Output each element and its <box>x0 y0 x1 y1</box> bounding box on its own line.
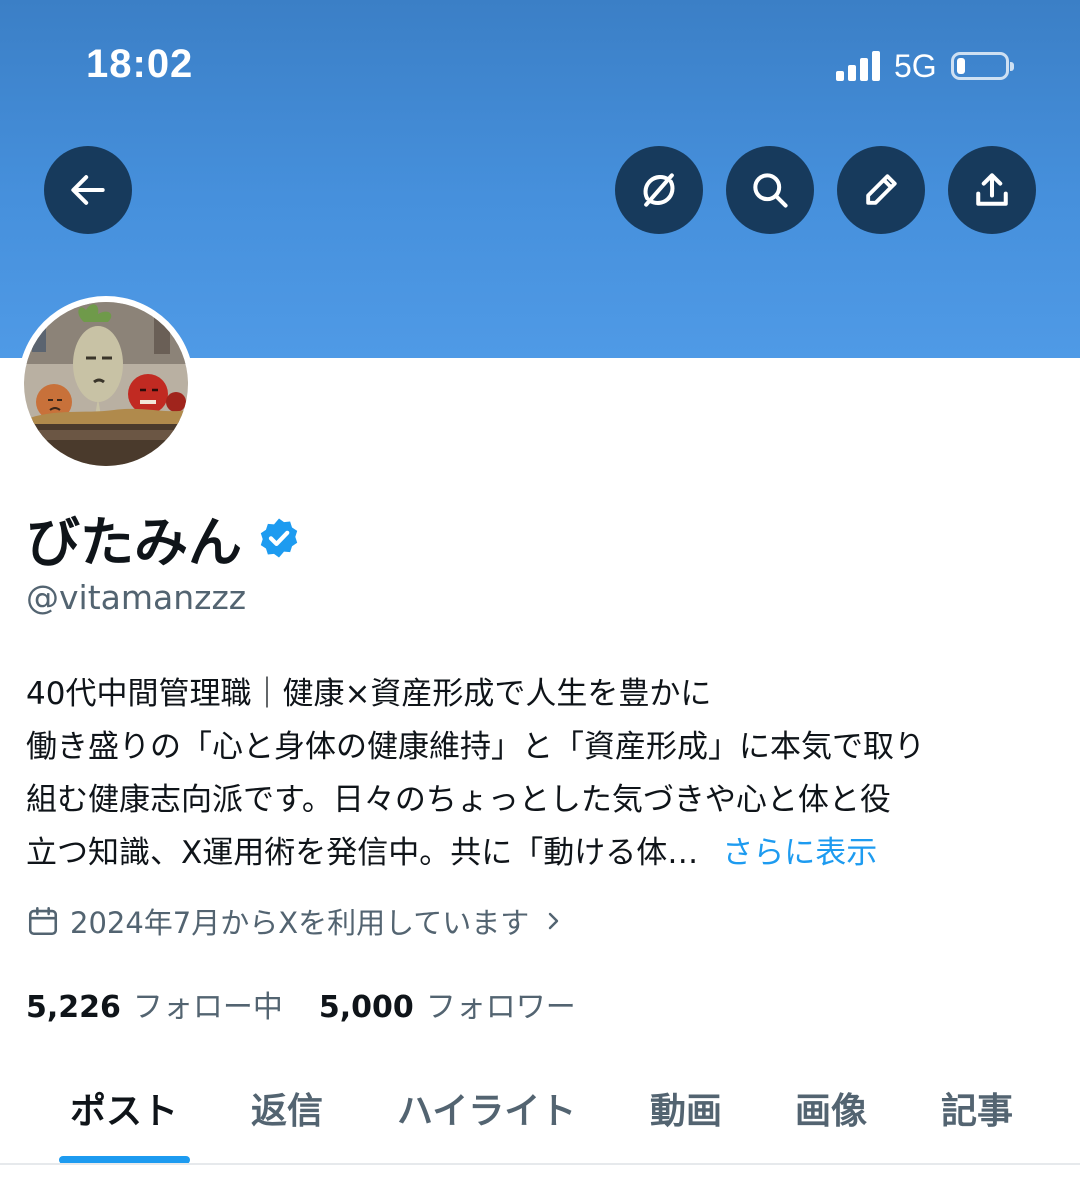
display-name-text: びたみん <box>26 511 242 574</box>
tab-divider <box>0 1163 1080 1165</box>
follow-stats: 5,226 フォロー中 5,000 フォロワー <box>26 982 576 1026</box>
calendar-icon <box>28 906 58 936</box>
edit-button[interactable] <box>837 146 925 234</box>
search-icon <box>753 173 788 208</box>
show-more-link[interactable]: さらに表示 <box>722 835 877 871</box>
tab-highlights[interactable]: ハイライト <box>397 1082 576 1134</box>
tab-images[interactable]: 画像 <box>795 1082 867 1134</box>
followers-label: フォロワー <box>425 990 576 1025</box>
following-label: フォロー中 <box>132 990 283 1025</box>
display-name: びたみん <box>26 498 302 577</box>
tab-videos[interactable]: 動画 <box>650 1082 722 1134</box>
avatar-image <box>24 302 188 466</box>
joined-text: 2024年7月からXを利用しています <box>70 906 530 940</box>
following-count: 5,226 <box>26 990 121 1025</box>
grok-icon <box>643 173 675 207</box>
bio-line: 組む健康志向派です。日々のちょっとした気づきや心と体と役 <box>26 782 891 818</box>
share-button[interactable] <box>948 146 1036 234</box>
profile-tabs: ポスト 返信 ハイライト 動画 画像 記事 <box>0 1060 1080 1164</box>
back-button[interactable] <box>44 146 132 234</box>
tab-articles[interactable]: 記事 <box>941 1082 1013 1134</box>
arrow-left-icon <box>71 175 105 205</box>
bio-line: 40代中間管理職｜健康×資産形成で人生を豊かに <box>26 676 712 712</box>
profile-banner[interactable]: 18:02 5G <box>0 0 1080 358</box>
avatar[interactable] <box>18 296 194 472</box>
bio-line-last: 立つ知識、X運用術を発信中。共に「動ける体… さらに表示 <box>26 827 1056 880</box>
grok-button[interactable] <box>615 146 703 234</box>
search-button[interactable] <box>726 146 814 234</box>
battery-icon <box>950 52 1014 80</box>
followers-link[interactable]: 5,000 フォロワー <box>319 982 576 1026</box>
joined-date[interactable]: 2024年7月からXを利用しています <box>26 900 565 942</box>
chevron-right-icon <box>549 912 559 930</box>
network-type: 5G <box>894 47 937 84</box>
tab-replies[interactable]: 返信 <box>251 1082 323 1134</box>
share-icon <box>976 173 1008 206</box>
followers-count: 5,000 <box>318 990 414 1025</box>
bio-line: 働き盛りの「心と身体の健康維持」と「資産形成」に本気で取り <box>26 729 925 765</box>
following-link[interactable]: 5,226 フォロー中 <box>26 982 283 1026</box>
verified-badge-icon[interactable] <box>256 515 302 561</box>
handle: @vitamanzzz <box>26 578 247 617</box>
tab-posts[interactable]: ポスト <box>70 1082 178 1134</box>
bio: 40代中間管理職｜健康×資産形成で人生を豊かに 働き盛りの「心と身体の健康維持」… <box>26 668 1056 880</box>
status-time: 18:02 <box>86 42 194 86</box>
signal-icon <box>836 51 880 81</box>
bio-line-text: 立つ知識、X運用術を発信中。共に「動ける体… <box>26 835 699 871</box>
status-indicators: 5G <box>836 46 1014 86</box>
pencil-icon <box>866 174 897 205</box>
